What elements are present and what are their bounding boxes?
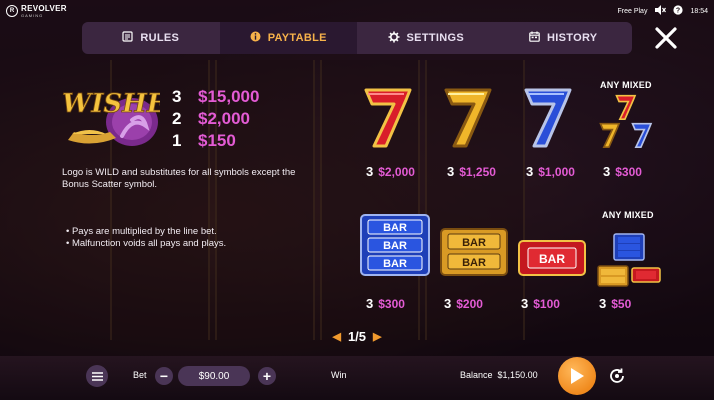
any-mixed-label: ANY MIXED <box>600 80 652 90</box>
balance-display: Balance $1,150.00 <box>460 370 538 380</box>
spin-button[interactable] <box>558 357 596 395</box>
prev-page-icon[interactable]: ◀ <box>332 330 340 343</box>
gold-double-bar-icon: BAR BAR <box>440 228 508 281</box>
payout-gold-bar: 3 $200 <box>444 296 483 311</box>
pay-line: 1 $150 <box>172 130 259 152</box>
blue-triple-bar-icon: BAR BAR BAR <box>360 214 430 281</box>
autoplay-icon <box>610 368 624 383</box>
payout-mixed-bars: 3 $50 <box>599 296 632 311</box>
wishes-logo-symbol: WISHES <box>60 80 186 148</box>
wild-description: Logo is WILD and substitutes for all sym… <box>62 167 296 190</box>
bet-value: $90.00 <box>178 366 250 386</box>
balance-value: $1,150.00 <box>497 370 538 380</box>
bet-increase-button[interactable]: + <box>258 367 276 385</box>
payout-gold-seven: 3 $1,250 <box>447 164 496 179</box>
bet-label: Bet <box>133 370 147 380</box>
bet-decrease-button[interactable]: − <box>155 367 173 385</box>
svg-text:BAR: BAR <box>462 237 486 249</box>
match-count: 3 <box>172 87 182 106</box>
page-indicator: 1/5 <box>347 328 367 344</box>
next-page-icon[interactable]: ▶ <box>373 330 381 343</box>
payout-amount: $2,000 <box>198 109 250 128</box>
svg-text:BAR: BAR <box>383 222 407 234</box>
gold-seven-icon <box>440 86 498 155</box>
autoplay-button[interactable] <box>606 365 628 387</box>
win-label: Win <box>331 370 347 380</box>
payout-amount: $15,000 <box>198 87 260 106</box>
red-seven-icon <box>360 86 418 155</box>
balance-label: Balance <box>460 370 493 380</box>
paytable-content: WISHES 3 $15,000 2 $2,000 1 $150 Logo is… <box>0 0 714 400</box>
svg-text:BAR: BAR <box>539 252 565 266</box>
payout-blue-bar: 3 $300 <box>366 296 405 311</box>
mixed-sevens-icon <box>596 94 660 159</box>
blue-seven-icon <box>520 86 578 155</box>
rule-item: • Pays are multiplied by the line bet. <box>66 226 217 237</box>
match-count: 2 <box>172 109 182 128</box>
rules-list: • Pays are multiplied by the line bet. •… <box>66 226 316 250</box>
page-pager: ◀ 1/5 ▶ <box>318 326 396 346</box>
svg-text:WISHES: WISHES <box>62 89 160 119</box>
payout-red-seven: 3 $2,000 <box>366 164 415 179</box>
payout-mixed-sevens: 3 $300 <box>603 164 642 179</box>
svg-text:BAR: BAR <box>462 257 486 269</box>
wild-pays: 3 $15,000 2 $2,000 1 $150 <box>172 86 259 152</box>
payout-blue-seven: 3 $1,000 <box>526 164 575 179</box>
payout-red-bar: 3 $100 <box>521 296 560 311</box>
payout-amount: $150 <box>198 131 236 150</box>
hamburger-icon <box>91 371 103 381</box>
menu-button[interactable] <box>86 365 108 387</box>
match-count: 1 <box>172 131 182 150</box>
svg-text:BAR: BAR <box>383 258 407 270</box>
play-icon <box>571 368 584 384</box>
pay-line: 3 $15,000 <box>172 86 259 108</box>
svg-text:BAR: BAR <box>383 240 407 252</box>
pay-line: 2 $2,000 <box>172 108 259 130</box>
any-mixed-label: ANY MIXED <box>602 210 654 220</box>
red-single-bar-icon: BAR <box>518 240 586 281</box>
mixed-bars-icon <box>596 232 664 293</box>
rule-item: • Malfunction voids all pays and plays. <box>66 238 227 249</box>
